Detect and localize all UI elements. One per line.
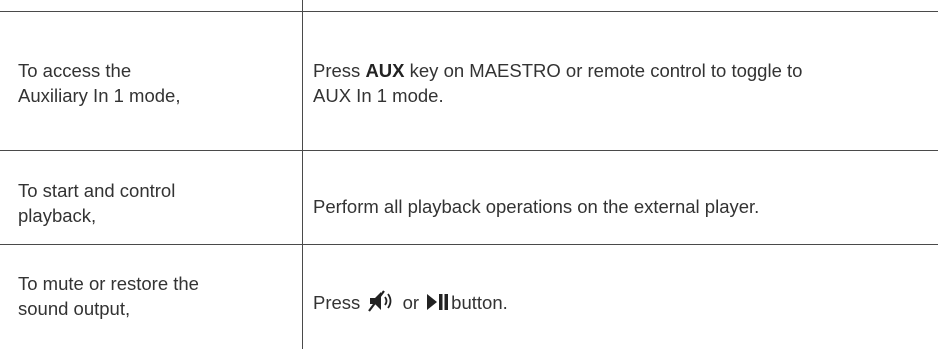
row-2-action-line-2: playback, [18,205,97,226]
instruction-suffix: button. [451,292,508,313]
row-1-instruction: Press AUX key on MAESTRO or remote contr… [313,58,923,108]
instruction-prefix: Press [313,292,361,313]
instruction-text: key on MAESTRO or remote control to togg… [404,60,803,81]
row-1-instruction-line-2: AUX In 1 mode. [313,85,444,106]
instruction-connector: or [402,292,420,313]
instruction-table: To access the Auxiliary In 1 mode, Press… [0,0,938,349]
row-2-instruction: Perform all playback operations on the e… [313,196,760,217]
instruction-prefix: Press [313,60,366,81]
row-1-action: To access the Auxiliary In 1 mode, [18,58,288,108]
play-pause-icon [426,292,450,317]
row-3-action-line-1: To mute or restore the [18,273,199,294]
row-1-action-line-1: To access the [18,60,132,81]
row-3-action-line-2: sound output, [18,298,131,319]
row-1-action-line-2: Auxiliary In 1 mode, [18,85,181,106]
column-divider [302,0,303,349]
table-top-rule [0,11,938,12]
row-2-action-line-1: To start and control [18,180,176,201]
row-divider [0,150,938,151]
row-3-action: To mute or restore the sound output, [18,271,288,321]
row-1-instruction-line-1: Press AUX key on MAESTRO or remote contr… [313,58,923,83]
row-divider [0,244,938,245]
row-2-action: To start and control playback, [18,178,288,228]
mute-icon [367,289,395,319]
row-3-instruction: Press or button. [313,289,923,319]
aux-key-label: AUX [365,60,405,81]
